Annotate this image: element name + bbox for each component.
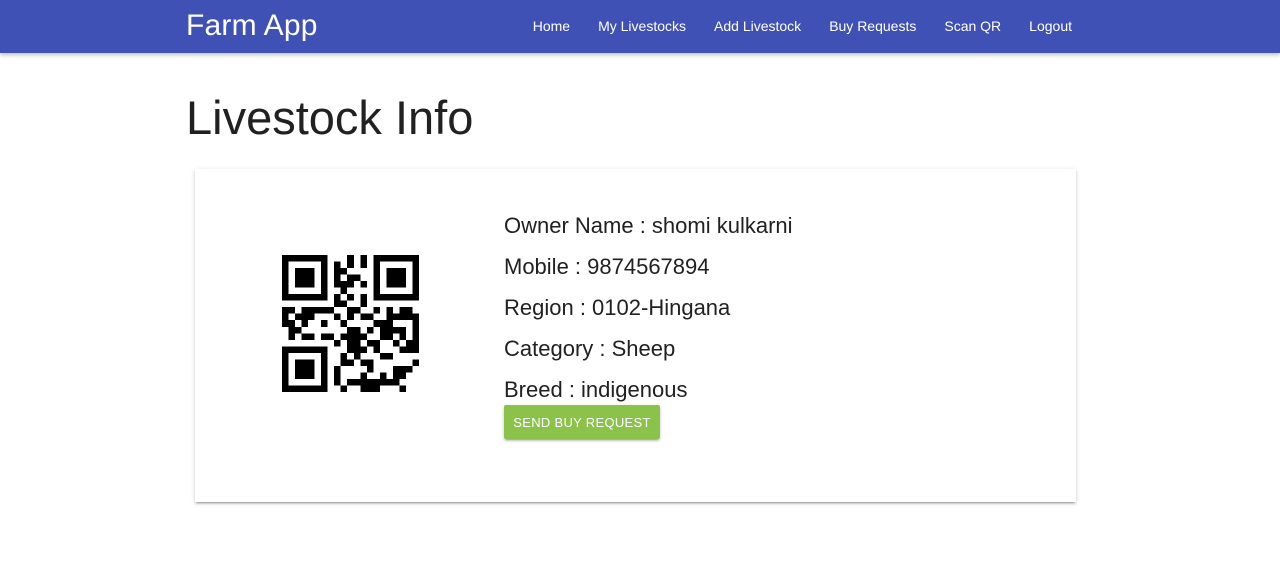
nav-item-scan-qr: Scan QR	[930, 2, 1015, 51]
nav-link-my-livestocks[interactable]: My Livestocks	[584, 2, 700, 51]
mobile-number: Mobile : 9874567894	[504, 254, 710, 279]
nav-link-home[interactable]: Home	[519, 2, 584, 51]
top-navbar: Farm App Home My Livestocks Add Livestoc…	[0, 0, 1280, 53]
brand-logo[interactable]: Farm App	[186, 8, 318, 44]
nav-links: Home My Livestocks Add Livestock Buy Req…	[519, 0, 1086, 53]
nav-link-scan-qr[interactable]: Scan QR	[930, 2, 1015, 51]
nav-item-home: Home	[519, 2, 584, 51]
nav-link-add-livestock[interactable]: Add Livestock	[700, 2, 815, 51]
livestock-details: Owner Name : shomi kulkarni Mobile : 987…	[504, 205, 793, 410]
nav-link-logout[interactable]: Logout	[1015, 2, 1086, 51]
send-buy-request-button[interactable]: SEND BUY REQUEST	[504, 405, 660, 439]
nav-link-buy-requests[interactable]: Buy Requests	[815, 2, 930, 51]
region: Region : 0102-Hingana	[504, 295, 731, 320]
nav-item-add-livestock: Add Livestock	[700, 2, 815, 51]
livestock-card: Owner Name : shomi kulkarni Mobile : 987…	[195, 169, 1076, 502]
nav-item-logout: Logout	[1015, 2, 1086, 51]
category: Category : Sheep	[504, 336, 676, 361]
breed: Breed : indigenous	[504, 377, 688, 402]
nav-item-buy-requests: Buy Requests	[815, 2, 930, 51]
owner-name: Owner Name : shomi kulkarni	[504, 213, 793, 238]
qr-code-icon	[282, 255, 419, 392]
nav-item-my-livestocks: My Livestocks	[584, 2, 700, 51]
page-title: Livestock Info	[186, 91, 474, 144]
